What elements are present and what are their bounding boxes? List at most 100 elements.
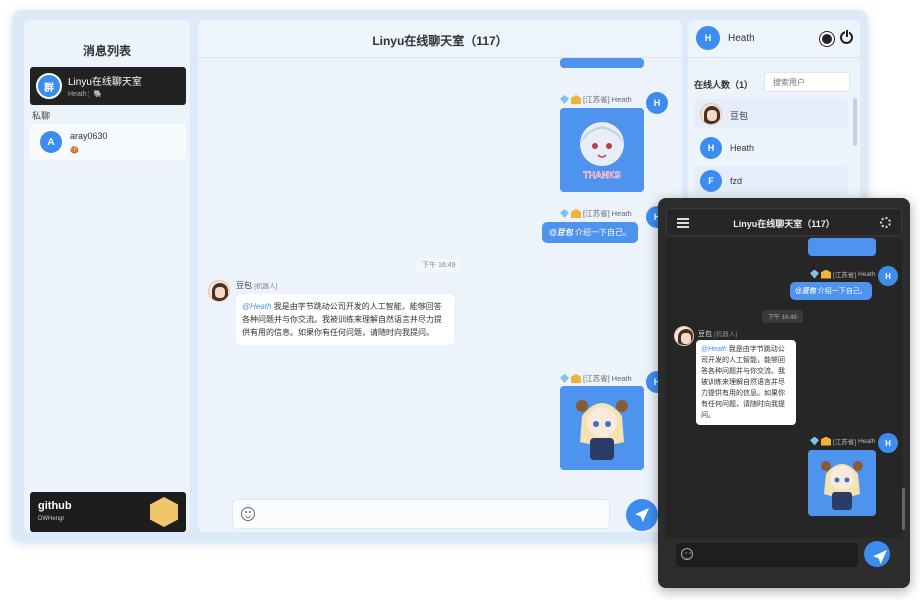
sender-name: Heath — [611, 209, 632, 218]
chat-title: Linyu在线聊天室（117） — [372, 34, 508, 48]
my-avatar[interactable]: H — [696, 26, 720, 50]
message-bubble[interactable]: @豆包 介绍一下自己。 — [790, 282, 872, 300]
user-name: fzd — [730, 176, 743, 186]
sender-name: Heath — [611, 374, 632, 383]
message-sticker-thanks[interactable]: THANKS — [560, 108, 644, 192]
gem-icon — [560, 374, 569, 383]
online-user-item[interactable]: F fzd — [694, 166, 848, 196]
user-header: H Heath — [688, 20, 860, 58]
conversation-name: aray0630 — [70, 131, 108, 141]
crown-icon — [571, 374, 581, 383]
group-avatar: 群 — [36, 73, 62, 99]
message-meta: [江苏省] Heath — [560, 208, 632, 219]
message-text: 我是由字节跳动公司开发的人工智能，能够回答各种问题并与你交流。我被训练来理解自然… — [701, 346, 785, 419]
conversation-list-panel: 消息列表 群 Linyu在线聊天室 Heath：🐘 私聊 A aray0630 … — [24, 20, 190, 532]
bot-avatar — [700, 103, 722, 125]
conversation-item-private[interactable]: A aray0630 🍪 — [30, 124, 186, 160]
user-avatar: H — [700, 137, 722, 159]
message-sticker-anime[interactable] — [808, 450, 876, 516]
message-sticker-anime[interactable] — [560, 386, 644, 470]
sender-avatar[interactable]: H — [878, 266, 898, 286]
online-count-label: 在线人数（1） — [694, 80, 754, 90]
mobile-message-input[interactable] — [676, 543, 858, 567]
trophy-badge-icon — [150, 497, 178, 527]
message-meta: [江苏省] Heath — [810, 269, 875, 279]
user-name: Heath — [730, 143, 755, 153]
user-avatar: F — [700, 170, 722, 192]
user-name: 豆包 — [730, 111, 749, 121]
anime-sticker-icon — [560, 386, 644, 470]
chat-panel: Linyu在线聊天室（117） [江苏省] Heath H THANKS [江苏… — [198, 20, 682, 532]
message-meta: [江苏省] Heath — [810, 436, 875, 446]
mobile-scrollbar[interactable] — [902, 488, 905, 530]
crown-icon — [821, 269, 831, 279]
github-card[interactable]: github DWHengr — [30, 492, 186, 532]
sender-avatar[interactable]: H — [878, 433, 898, 453]
message-list[interactable]: [江苏省] Heath H THANKS [江苏省] Heath H @豆包 介… — [198, 58, 682, 488]
message-meta: [江苏省] Heath — [560, 373, 632, 384]
message-text: 我是由字节跳动公司开发的人工智能，能够回答各种问题并与你交流。我被训练来理解自然… — [242, 302, 442, 337]
user-avatar: A — [38, 129, 64, 155]
send-button[interactable] — [626, 499, 658, 531]
chat-header: Linyu在线聊天室（117） — [198, 20, 682, 58]
emoji-icon[interactable] — [241, 507, 255, 521]
mention[interactable]: @Heath — [242, 302, 271, 311]
sender-region: [江苏省] — [583, 95, 610, 104]
sender-name: Heath — [858, 437, 876, 445]
sender-region: [江苏省] — [833, 272, 857, 279]
sender-region: [江苏省] — [833, 439, 857, 446]
sender-avatar[interactable]: H — [646, 92, 668, 114]
crown-icon — [571, 209, 581, 218]
online-user-item[interactable]: H Heath — [694, 133, 848, 163]
online-user-item[interactable]: 豆包 — [694, 99, 848, 129]
gear-icon[interactable] — [880, 217, 891, 228]
sender-region: [江苏省] — [583, 374, 610, 383]
message-timestamp: 下午 16:49 — [762, 310, 803, 323]
bot-name: 豆包 [机器人] — [236, 281, 278, 290]
crown-icon — [571, 95, 581, 104]
crown-icon — [821, 436, 831, 446]
message-image[interactable] — [560, 58, 644, 68]
message-timestamp: 下午 16:49 — [416, 258, 462, 272]
bot-avatar[interactable] — [674, 326, 694, 346]
anime-sticker-icon — [808, 450, 876, 516]
bot-reply-bubble[interactable]: @Heath 我是由字节跳动公司开发的人工智能，能够回答各种问题并与你交流。我被… — [696, 340, 796, 425]
mobile-send-button[interactable] — [864, 541, 890, 567]
emoji-icon[interactable] — [681, 548, 693, 560]
mobile-message-list[interactable]: [江苏省] Heath H @豆包 介绍一下自己。 下午 16:49 豆包 [机… — [666, 238, 902, 538]
message-text: 介绍一下自己。 — [572, 228, 632, 237]
conversation-item-group[interactable]: 群 Linyu在线聊天室 Heath：🐘 — [30, 67, 186, 105]
message-bubble[interactable]: @豆包 介绍一下自己。 — [542, 222, 639, 243]
bot-reply-bubble[interactable]: @Heath 我是由字节跳动公司开发的人工智能，能够回答各种问题并与你交流。我被… — [236, 294, 454, 345]
user-search-input[interactable] — [764, 72, 850, 92]
gem-icon — [560, 95, 569, 104]
sender-name: Heath — [611, 95, 632, 104]
message-image[interactable] — [808, 238, 876, 256]
bot-name: 豆包 [机器人] — [698, 331, 738, 338]
mobile-window: Linyu在线聊天室（117） [江苏省] Heath H @豆包 介绍一下自己… — [658, 198, 910, 588]
private-chats-label: 私聊 — [32, 111, 51, 121]
bot-avatar[interactable] — [208, 280, 230, 302]
message-input[interactable] — [232, 499, 610, 529]
gem-icon — [560, 209, 569, 218]
mention[interactable]: @豆包 — [549, 228, 573, 237]
mobile-chat-title: Linyu在线聊天室（117） — [733, 219, 835, 229]
github-title: github — [38, 500, 72, 512]
message-text: 介绍一下自己。 — [815, 288, 867, 295]
user-list-scrollbar[interactable] — [853, 98, 857, 146]
mention[interactable]: @Heath — [701, 346, 727, 353]
logout-power-icon[interactable] — [840, 30, 853, 44]
anime-sticker-icon: THANKS — [560, 108, 644, 192]
conversation-name: Linyu在线聊天室 — [68, 77, 142, 88]
theme-toggle-sun-icon[interactable] — [822, 34, 832, 44]
gem-icon — [810, 436, 819, 446]
my-name: Heath — [728, 33, 755, 44]
conversation-list-title: 消息列表 — [82, 44, 131, 58]
message-meta: [江苏省] Heath — [560, 94, 632, 105]
conversation-last-message: 🍪 — [70, 147, 79, 154]
mobile-header: Linyu在线聊天室（117） — [666, 208, 902, 236]
sticker-text: THANKS — [583, 170, 621, 180]
gem-icon — [810, 269, 819, 279]
sender-region: [江苏省] — [583, 209, 610, 218]
mention[interactable]: @豆包 — [795, 288, 816, 295]
